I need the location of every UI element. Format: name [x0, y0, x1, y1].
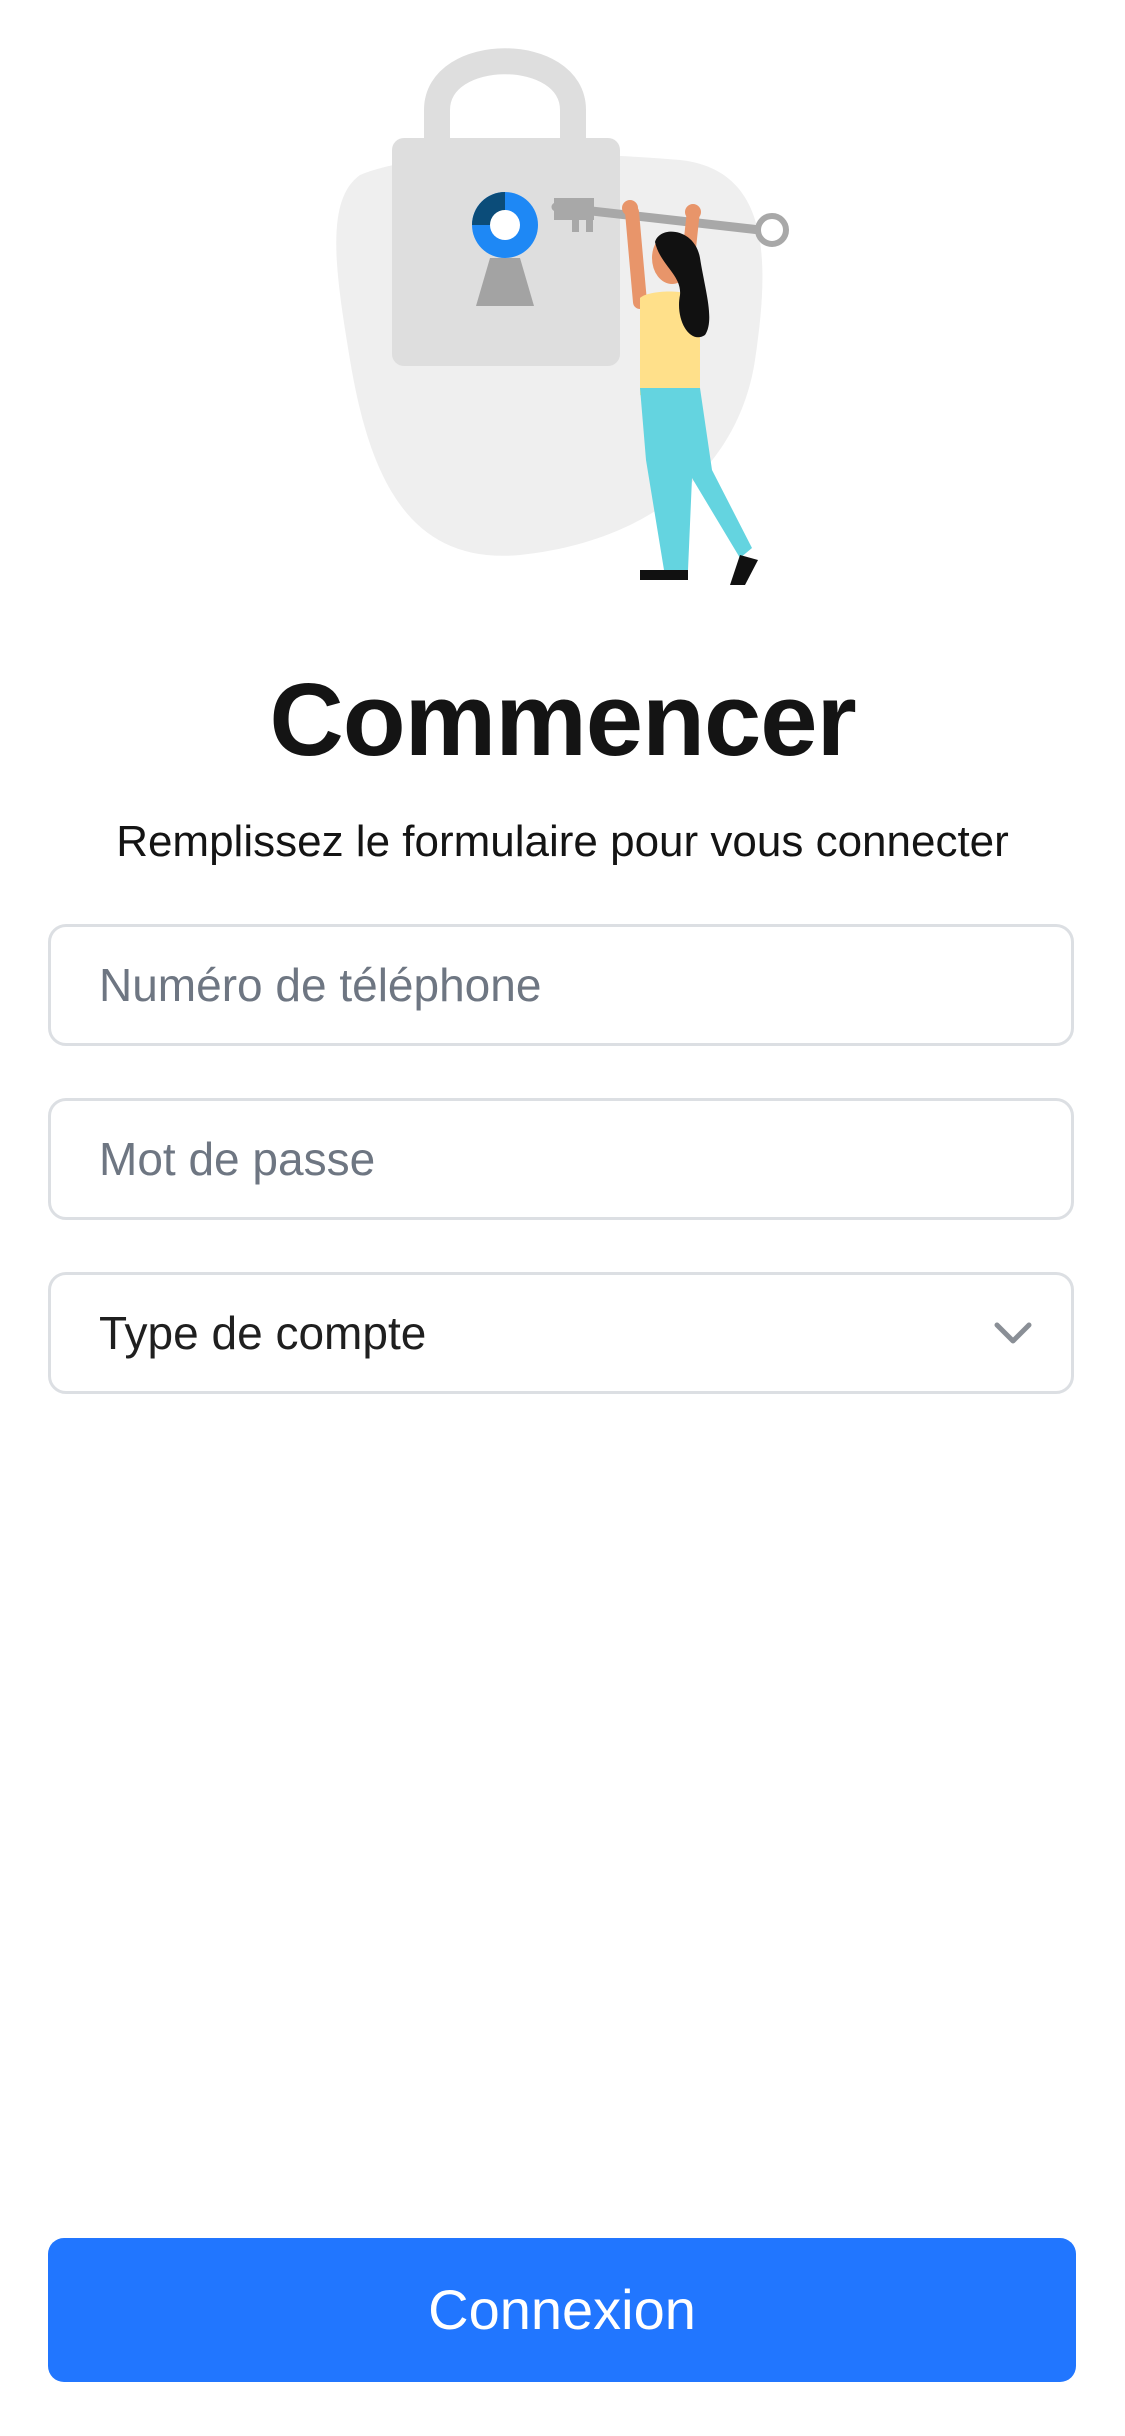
lock-key-illustration: [336, 48, 789, 585]
lock-shackle: [424, 48, 586, 158]
chevron-down-icon: [994, 1322, 1032, 1344]
key-bit: [554, 198, 594, 220]
phone-field[interactable]: [48, 924, 1074, 1046]
password-input[interactable]: [51, 1101, 1071, 1217]
phone-input[interactable]: [51, 927, 1071, 1043]
page-subtitle: Remplissez le formulaire pour vous conne…: [116, 817, 1009, 866]
keyhole-center: [490, 210, 520, 240]
account-type-select[interactable]: Type de compte: [48, 1272, 1074, 1394]
password-field[interactable]: [48, 1098, 1074, 1220]
account-type-value: Type de compte: [99, 1307, 427, 1359]
login-button[interactable]: Connexion: [48, 2238, 1076, 2382]
key-bow: [755, 213, 789, 247]
page-title: Commencer: [269, 662, 856, 777]
